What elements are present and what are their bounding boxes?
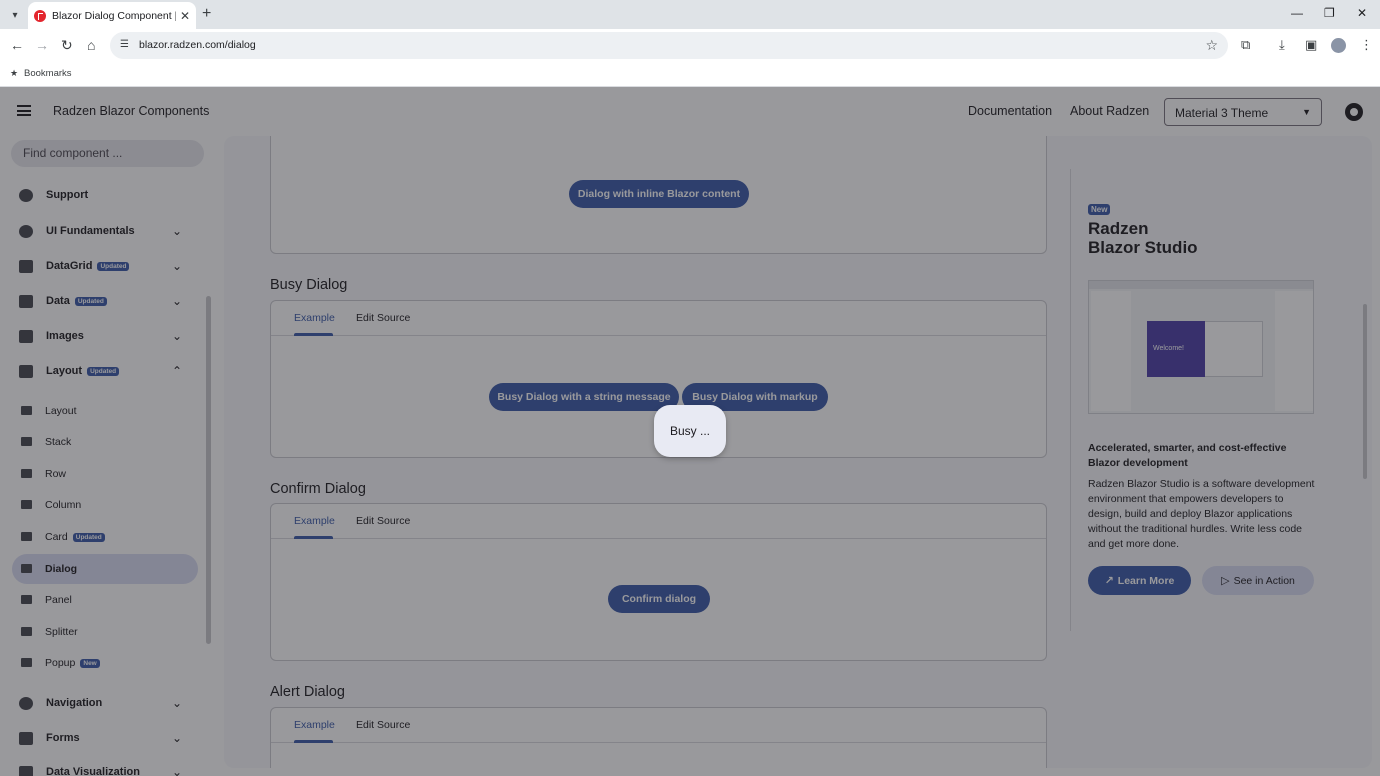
address-bar[interactable]: ☰ blazor.radzen.com/dialog ☆ bbox=[110, 32, 1228, 59]
bookmarks-star-icon: ★ bbox=[10, 68, 19, 78]
home-icon[interactable]: ⌂ bbox=[87, 37, 95, 53]
forward-icon[interactable]: → bbox=[35, 37, 49, 53]
bookmarks-bar: ★ Bookmarks bbox=[0, 62, 1380, 87]
download-icon[interactable]: ⤓ bbox=[1279, 37, 1285, 53]
menu-icon[interactable]: ⋮ bbox=[1360, 37, 1373, 53]
browser-tab[interactable]: Blazor Dialog Component | Free ✕ bbox=[28, 2, 196, 29]
busy-dialog-message: Busy ... bbox=[669, 424, 710, 438]
url-text[interactable]: blazor.radzen.com/dialog bbox=[139, 39, 256, 51]
close-window-button[interactable]: ✕ bbox=[1357, 6, 1367, 20]
extensions-icon[interactable]: ⧉ bbox=[1241, 37, 1250, 53]
side-panel-icon[interactable]: ▣ bbox=[1305, 37, 1317, 53]
minimize-button[interactable]: — bbox=[1291, 6, 1303, 20]
reload-icon[interactable]: ↻ bbox=[61, 37, 73, 54]
busy-dialog: Busy ... bbox=[654, 405, 726, 457]
tab-list-icon[interactable]: ▾ bbox=[6, 6, 24, 24]
browser-tab-bar: ▾ Blazor Dialog Component | Free ✕ + — ❐… bbox=[0, 0, 1380, 29]
browser-toolbar: ← → ↻ ⌂ ☰ blazor.radzen.com/dialog ☆ ⧉ ⤓… bbox=[0, 29, 1380, 62]
restore-button[interactable]: ❐ bbox=[1324, 6, 1335, 20]
bookmark-star-icon[interactable]: ☆ bbox=[1205, 37, 1218, 54]
back-icon[interactable]: ← bbox=[10, 37, 24, 53]
radzen-favicon-icon bbox=[34, 9, 46, 22]
tab-close-icon[interactable]: ✕ bbox=[180, 9, 190, 23]
profile-avatar[interactable] bbox=[1331, 38, 1346, 53]
bookmarks-label[interactable]: Bookmarks bbox=[24, 68, 72, 79]
new-tab-button[interactable]: + bbox=[202, 5, 211, 23]
tab-title: Blazor Dialog Component | Free bbox=[52, 9, 176, 22]
site-info-icon[interactable]: ☰ bbox=[120, 39, 129, 50]
